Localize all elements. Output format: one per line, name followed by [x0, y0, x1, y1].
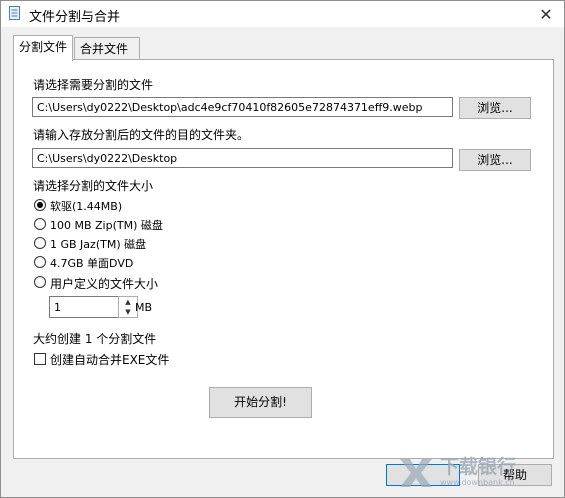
dest-folder-label: 请输入存放分割后的文件的目的文件夹。: [33, 128, 250, 142]
radio-selected-dot: [37, 202, 43, 208]
radio-jaz[interactable]: [34, 237, 46, 249]
radio-dvd-label[interactable]: 4.7GB 单面DVD: [50, 255, 133, 271]
close-icon: ✕: [539, 4, 553, 24]
watermark-url: www.downbank.cn: [440, 478, 515, 487]
dest-folder-input[interactable]: C:\Users\dy0222\Desktop: [32, 148, 453, 168]
start-split-button[interactable]: 开始分割!: [209, 387, 312, 418]
window-title: 文件分割与合并: [29, 10, 121, 25]
custom-size-unit: MB: [135, 301, 153, 314]
auto-merge-label[interactable]: 创建自动合并EXE文件: [50, 351, 169, 368]
radio-dvd[interactable]: [34, 256, 46, 268]
radio-custom-label[interactable]: 用户定义的文件大小: [50, 275, 158, 292]
radio-jaz-label[interactable]: 1 GB Jaz(TM) 磁盘: [50, 236, 146, 252]
split-size-label: 请选择分割的文件大小: [33, 179, 154, 193]
watermark-text: 下载银行: [440, 456, 517, 478]
browse-source-button[interactable]: 浏览...: [459, 97, 531, 119]
source-file-label: 请选择需要分割的文件: [33, 78, 154, 92]
estimate-text: 大约创建 1 个分割文件: [33, 332, 157, 346]
document-icon: [9, 6, 20, 20]
radio-floppy-label[interactable]: 软驱(1.44MB): [50, 198, 122, 214]
auto-merge-checkbox[interactable]: [34, 353, 46, 365]
radio-zip-label[interactable]: 100 MB Zip(TM) 磁盘: [50, 217, 163, 233]
close-button[interactable]: ✕: [529, 1, 563, 27]
radio-zip[interactable]: [34, 218, 46, 230]
source-file-input[interactable]: C:\Users\dy0222\Desktop\adc4e9cf70410f82…: [32, 97, 453, 117]
radio-custom[interactable]: [34, 276, 46, 288]
custom-size-input[interactable]: 1: [49, 296, 119, 318]
browse-dest-button[interactable]: 浏览...: [459, 149, 531, 171]
watermark-logo: 下载银行 www.downbank.cn: [396, 451, 556, 493]
tab-split-file[interactable]: 分割文件: [13, 35, 74, 61]
tab-merge-file[interactable]: 合并文件: [74, 37, 140, 60]
radio-floppy[interactable]: [34, 199, 46, 211]
